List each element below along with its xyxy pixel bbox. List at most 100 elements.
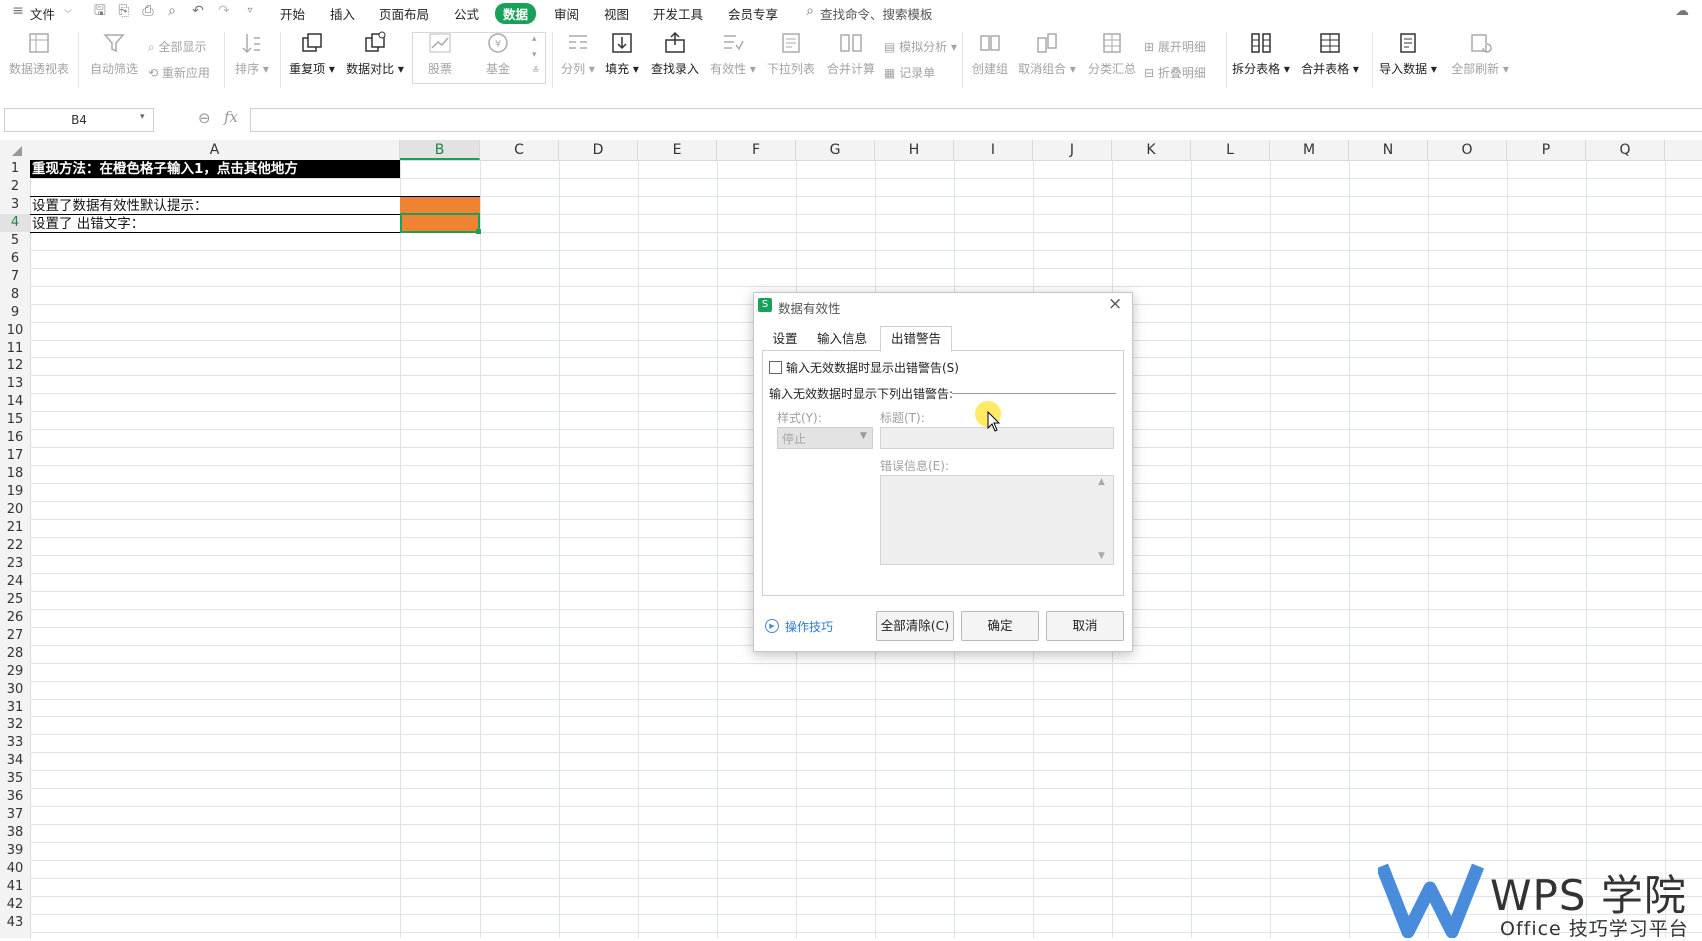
tab-settings[interactable]: 设置	[762, 327, 808, 351]
column-header-k[interactable]: K	[1112, 140, 1191, 160]
row-header-14[interactable]: 14	[0, 393, 30, 411]
select-all-corner[interactable]	[12, 146, 22, 156]
export-icon[interactable]: ⎘	[116, 3, 132, 19]
cell-b4-selected[interactable]	[400, 213, 480, 233]
row-header-8[interactable]: 8	[0, 286, 30, 304]
cell-a3[interactable]: 设置了数据有效性默认提示：	[30, 196, 400, 214]
file-menu[interactable]: 文件	[30, 4, 55, 23]
column-header-b[interactable]: B	[400, 140, 480, 160]
tab-page-layout[interactable]: 页面布局	[379, 4, 429, 23]
sort-button[interactable]: 排序 ▾	[232, 30, 272, 77]
row-header-5[interactable]: 5	[0, 232, 30, 250]
column-header-i[interactable]: I	[954, 140, 1033, 160]
row-header-38[interactable]: 38	[0, 824, 30, 842]
tab-home[interactable]: 开始	[280, 4, 305, 23]
column-header-e[interactable]: E	[638, 140, 717, 160]
dialog-titlebar[interactable]: S 数据有效性 ×	[754, 293, 1132, 319]
print-preview-icon[interactable]: ⌕	[164, 3, 180, 19]
row-header-27[interactable]: 27	[0, 627, 30, 645]
row-header-21[interactable]: 21	[0, 519, 30, 537]
cloud-icon[interactable]: ☁	[1674, 3, 1690, 19]
column-header-j[interactable]: J	[1033, 140, 1112, 160]
row-header-31[interactable]: 31	[0, 699, 30, 717]
tab-insert[interactable]: 插入	[330, 4, 355, 23]
row-header-7[interactable]: 7	[0, 268, 30, 286]
row-header-40[interactable]: 40	[0, 860, 30, 878]
row-header-15[interactable]: 15	[0, 411, 30, 429]
column-header-q[interactable]: Q	[1586, 140, 1665, 160]
fill-button[interactable]: 填充 ▾	[602, 30, 642, 77]
pivot-table-button[interactable]: 数据透视表	[8, 30, 70, 77]
column-header-h[interactable]: H	[875, 140, 954, 160]
row-header-20[interactable]: 20	[0, 501, 30, 519]
row-header-39[interactable]: 39	[0, 842, 30, 860]
cancel-button[interactable]: 取消	[1046, 611, 1124, 641]
row-header-33[interactable]: 33	[0, 734, 30, 752]
column-header-f[interactable]: F	[717, 140, 796, 160]
split-table-button[interactable]: 拆分表格 ▾	[1232, 30, 1290, 77]
consolidate-button[interactable]: 合并计算	[824, 30, 878, 77]
show-error-checkbox-label[interactable]: 输入无效数据时显示出错警告(S)	[786, 359, 959, 376]
gallery-up-icon[interactable]: ▴	[532, 34, 537, 44]
column-header-c[interactable]: C	[480, 140, 559, 160]
column-header-o[interactable]: O	[1428, 140, 1507, 160]
row-header-11[interactable]: 11	[0, 340, 30, 358]
search-command[interactable]: 查找命令、搜索模板	[820, 4, 933, 23]
validity-button[interactable]: 有效性 ▾	[708, 30, 758, 77]
name-box[interactable]: B4	[4, 108, 154, 132]
row-header-34[interactable]: 34	[0, 752, 30, 770]
column-header-n[interactable]: N	[1349, 140, 1428, 160]
data-compare-button[interactable]: 数据对比 ▾	[344, 30, 406, 77]
reapply-button[interactable]: ⟲ 重新应用	[148, 64, 210, 81]
tab-view[interactable]: 视图	[604, 4, 629, 23]
what-if-analysis-button[interactable]: ▤ 模拟分析 ▾	[884, 38, 957, 55]
clear-all-button[interactable]: 全部清除(C)	[876, 611, 954, 641]
column-header-a[interactable]: A	[30, 140, 400, 160]
fill-handle[interactable]	[476, 229, 481, 234]
gallery-down-icon[interactable]: ▾	[532, 50, 537, 60]
name-box-dropdown-icon[interactable]: ▾	[140, 112, 145, 122]
row-header-4[interactable]: 4	[0, 213, 30, 232]
print-icon[interactable]: ⎙	[140, 3, 156, 19]
row-header-30[interactable]: 30	[0, 681, 30, 699]
row-header-28[interactable]: 28	[0, 645, 30, 663]
record-form-button[interactable]: ▦ 记录单	[884, 64, 935, 81]
row-header-43[interactable]: 43	[0, 914, 30, 932]
tips-link[interactable]: 操作技巧	[785, 618, 833, 635]
tab-data[interactable]: 数据	[495, 3, 537, 24]
row-header-9[interactable]: 9	[0, 304, 30, 322]
tab-input-message[interactable]: 输入信息	[810, 327, 874, 351]
row-header-10[interactable]: 10	[0, 322, 30, 340]
tab-error-alert[interactable]: 出错警告	[880, 326, 952, 352]
row-header-26[interactable]: 26	[0, 609, 30, 627]
duplicates-button[interactable]: 重复项 ▾	[286, 30, 338, 77]
row-header-32[interactable]: 32	[0, 716, 30, 734]
autofilter-button[interactable]: 自动筛选	[88, 30, 140, 77]
row-header-25[interactable]: 25	[0, 591, 30, 609]
formula-input[interactable]	[250, 108, 1702, 132]
row-header-18[interactable]: 18	[0, 465, 30, 483]
cell-b3[interactable]	[400, 196, 480, 214]
collapse-detail-button[interactable]: ⊟ 折叠明细	[1144, 64, 1206, 81]
ok-button[interactable]: 确定	[961, 611, 1039, 641]
row-header-13[interactable]: 13	[0, 375, 30, 393]
scroll-down-icon[interactable]: ▼	[1098, 551, 1105, 561]
split-column-button[interactable]: 分列 ▾	[558, 30, 598, 77]
row-header-24[interactable]: 24	[0, 573, 30, 591]
show-all-button[interactable]: ⌕ 全部显示	[148, 38, 207, 55]
create-group-button[interactable]: 创建组	[968, 30, 1012, 77]
subtotal-button[interactable]: 分类汇总	[1086, 30, 1138, 77]
lookup-entry-button[interactable]: 查找录入	[648, 30, 702, 77]
customize-icon[interactable]: ▿	[242, 3, 258, 19]
fx-icon[interactable]: fx	[224, 108, 238, 126]
refresh-all-button[interactable]: 全部刷新 ▾	[1450, 30, 1510, 77]
save-icon[interactable]: 🖫	[92, 3, 108, 19]
chevron-down-icon[interactable]: ⌵	[60, 3, 76, 19]
hamburger-icon[interactable]: ≡	[10, 3, 26, 19]
row-header-3[interactable]: 3	[0, 196, 30, 214]
error-message-textarea[interactable]	[880, 475, 1114, 565]
dropdown-list-button[interactable]: 下拉列表	[764, 30, 818, 77]
import-data-button[interactable]: 导入数据 ▾	[1378, 30, 1438, 77]
funds-button[interactable]: ¥ 基金	[476, 30, 520, 77]
row-header-41[interactable]: 41	[0, 878, 30, 896]
